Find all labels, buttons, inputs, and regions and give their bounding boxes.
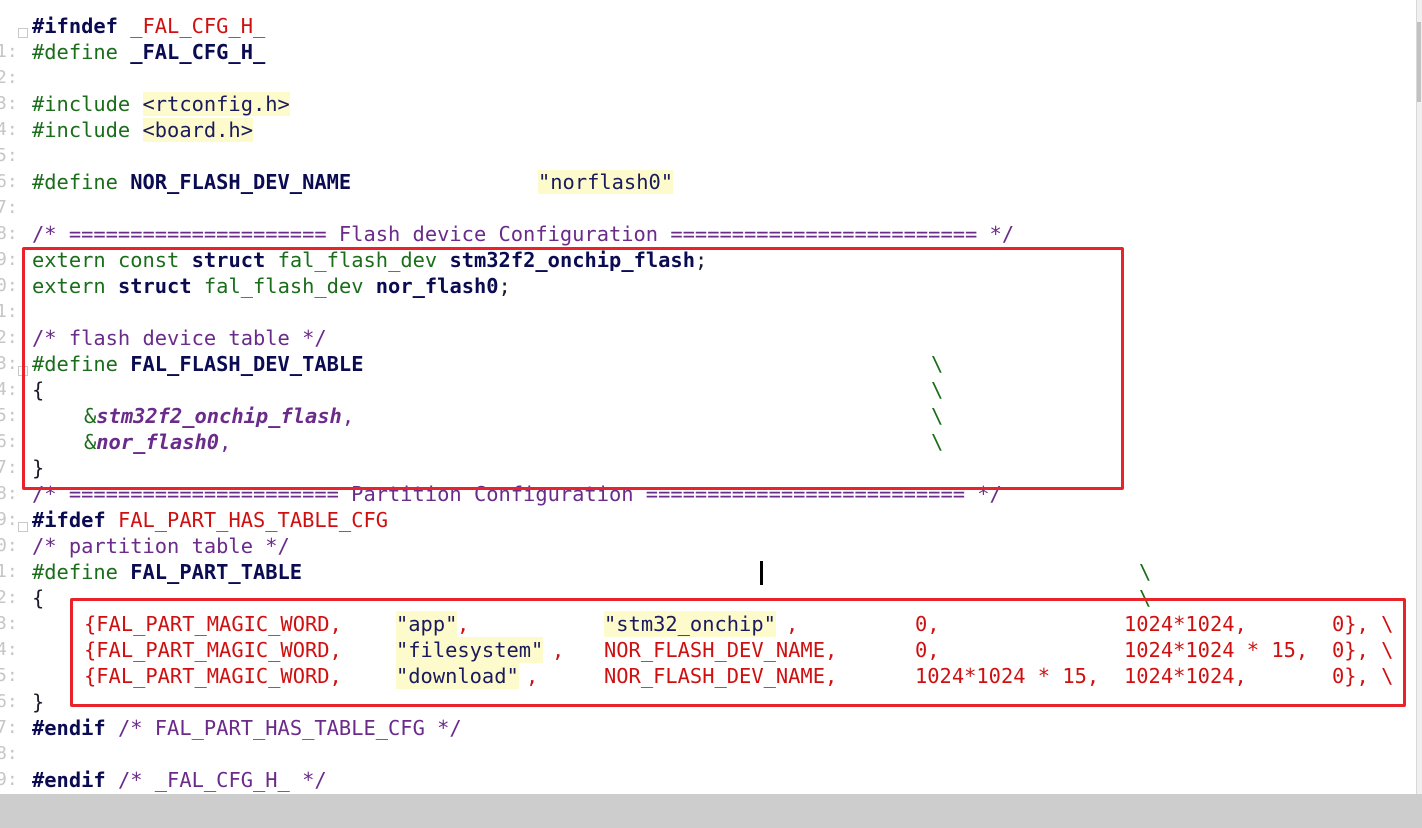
include-file: <rtconfig.h>: [142, 92, 290, 116]
directive-ifndef: #ifndef: [32, 14, 118, 38]
directive-endif: #endif: [32, 716, 106, 740]
code-line: 2: #define _FAL_CFG_H_: [0, 39, 265, 88]
code-line: 7: #define NOR_FLASH_DEV_NAME "norflash0…: [0, 169, 674, 218]
macro-name: NOR_FLASH_DEV_NAME: [130, 170, 352, 194]
macro-name: _FAL_CFG_H_: [130, 40, 266, 64]
fold-marker-icon[interactable]: [18, 522, 28, 532]
directive-define: #define: [32, 170, 118, 194]
comment: /* _FAL_CFG_H_ */: [117, 768, 327, 792]
brace: {: [32, 586, 45, 610]
code-line: 3:: [0, 65, 49, 114]
directive-define: #define: [32, 40, 118, 64]
code-line: 3: { \: [0, 585, 1151, 634]
highlight-box-partition-table: [70, 598, 1406, 707]
highlight-box-flash-devices: [22, 247, 1124, 490]
code-line: 9: /* ===================== Flash device…: [0, 221, 1014, 270]
fold-marker-icon[interactable]: [18, 28, 28, 38]
directive-define: #define: [32, 560, 118, 584]
directive-endif: #endif: [32, 768, 106, 792]
macro-name: FAL_PART_TABLE: [130, 560, 303, 584]
code-line: 6: {FAL_PART_MAGIC_WORD, "download" , NO…: [0, 663, 1393, 712]
directive-include: #include: [32, 92, 131, 116]
code-line: 2: #define FAL_PART_TABLE \: [0, 559, 1151, 608]
directive-include: #include: [32, 118, 131, 142]
code-line: 4: #include <rtconfig.h>: [0, 91, 290, 140]
vertical-scrollbar-thumb[interactable]: [1417, 22, 1421, 102]
comment: /* FAL_PART_HAS_TABLE_CFG */: [117, 716, 462, 740]
macro-guard: _FAL_CFG_H_: [130, 14, 266, 38]
code-line: 0: #endif /* _FAL_CFG_H_ */: [0, 767, 327, 793]
code-line: 4: {FAL_PART_MAGIC_WORD, "app" , "stm32_…: [0, 611, 1393, 660]
comment: /* partition table */: [32, 534, 290, 558]
code-line: 7: }: [0, 689, 49, 738]
macro-name: FAL_PART_HAS_TABLE_CFG: [117, 508, 389, 532]
text-cursor: [760, 561, 763, 585]
line-continuation: \: [1139, 560, 1152, 584]
code-line: 8: #endif /* FAL_PART_HAS_TABLE_CFG */: [0, 715, 462, 764]
code-line: 8:: [0, 195, 49, 244]
brace: }: [32, 690, 45, 714]
vertical-scrollbar[interactable]: [1416, 0, 1422, 794]
string-literal: "norflash0": [538, 170, 674, 194]
code-line: 6:: [0, 143, 49, 192]
horizontal-scrollbar[interactable]: [0, 794, 1422, 828]
comment: /* ===================== Flash device Co…: [32, 222, 1015, 246]
code-line: 1: /* partition table */: [0, 533, 290, 582]
code-line: 9:: [0, 741, 49, 790]
code-line: 5: {FAL_PART_MAGIC_WORD, "filesystem" , …: [0, 637, 1393, 686]
code-editor[interactable]: 1: #ifndef _FAL_CFG_H_ 2: #define _FAL_C…: [0, 0, 1416, 794]
code-line: 5: #include <board.h>: [0, 117, 253, 166]
include-file: <board.h>: [142, 118, 253, 142]
directive-ifdef: #ifdef: [32, 508, 106, 532]
